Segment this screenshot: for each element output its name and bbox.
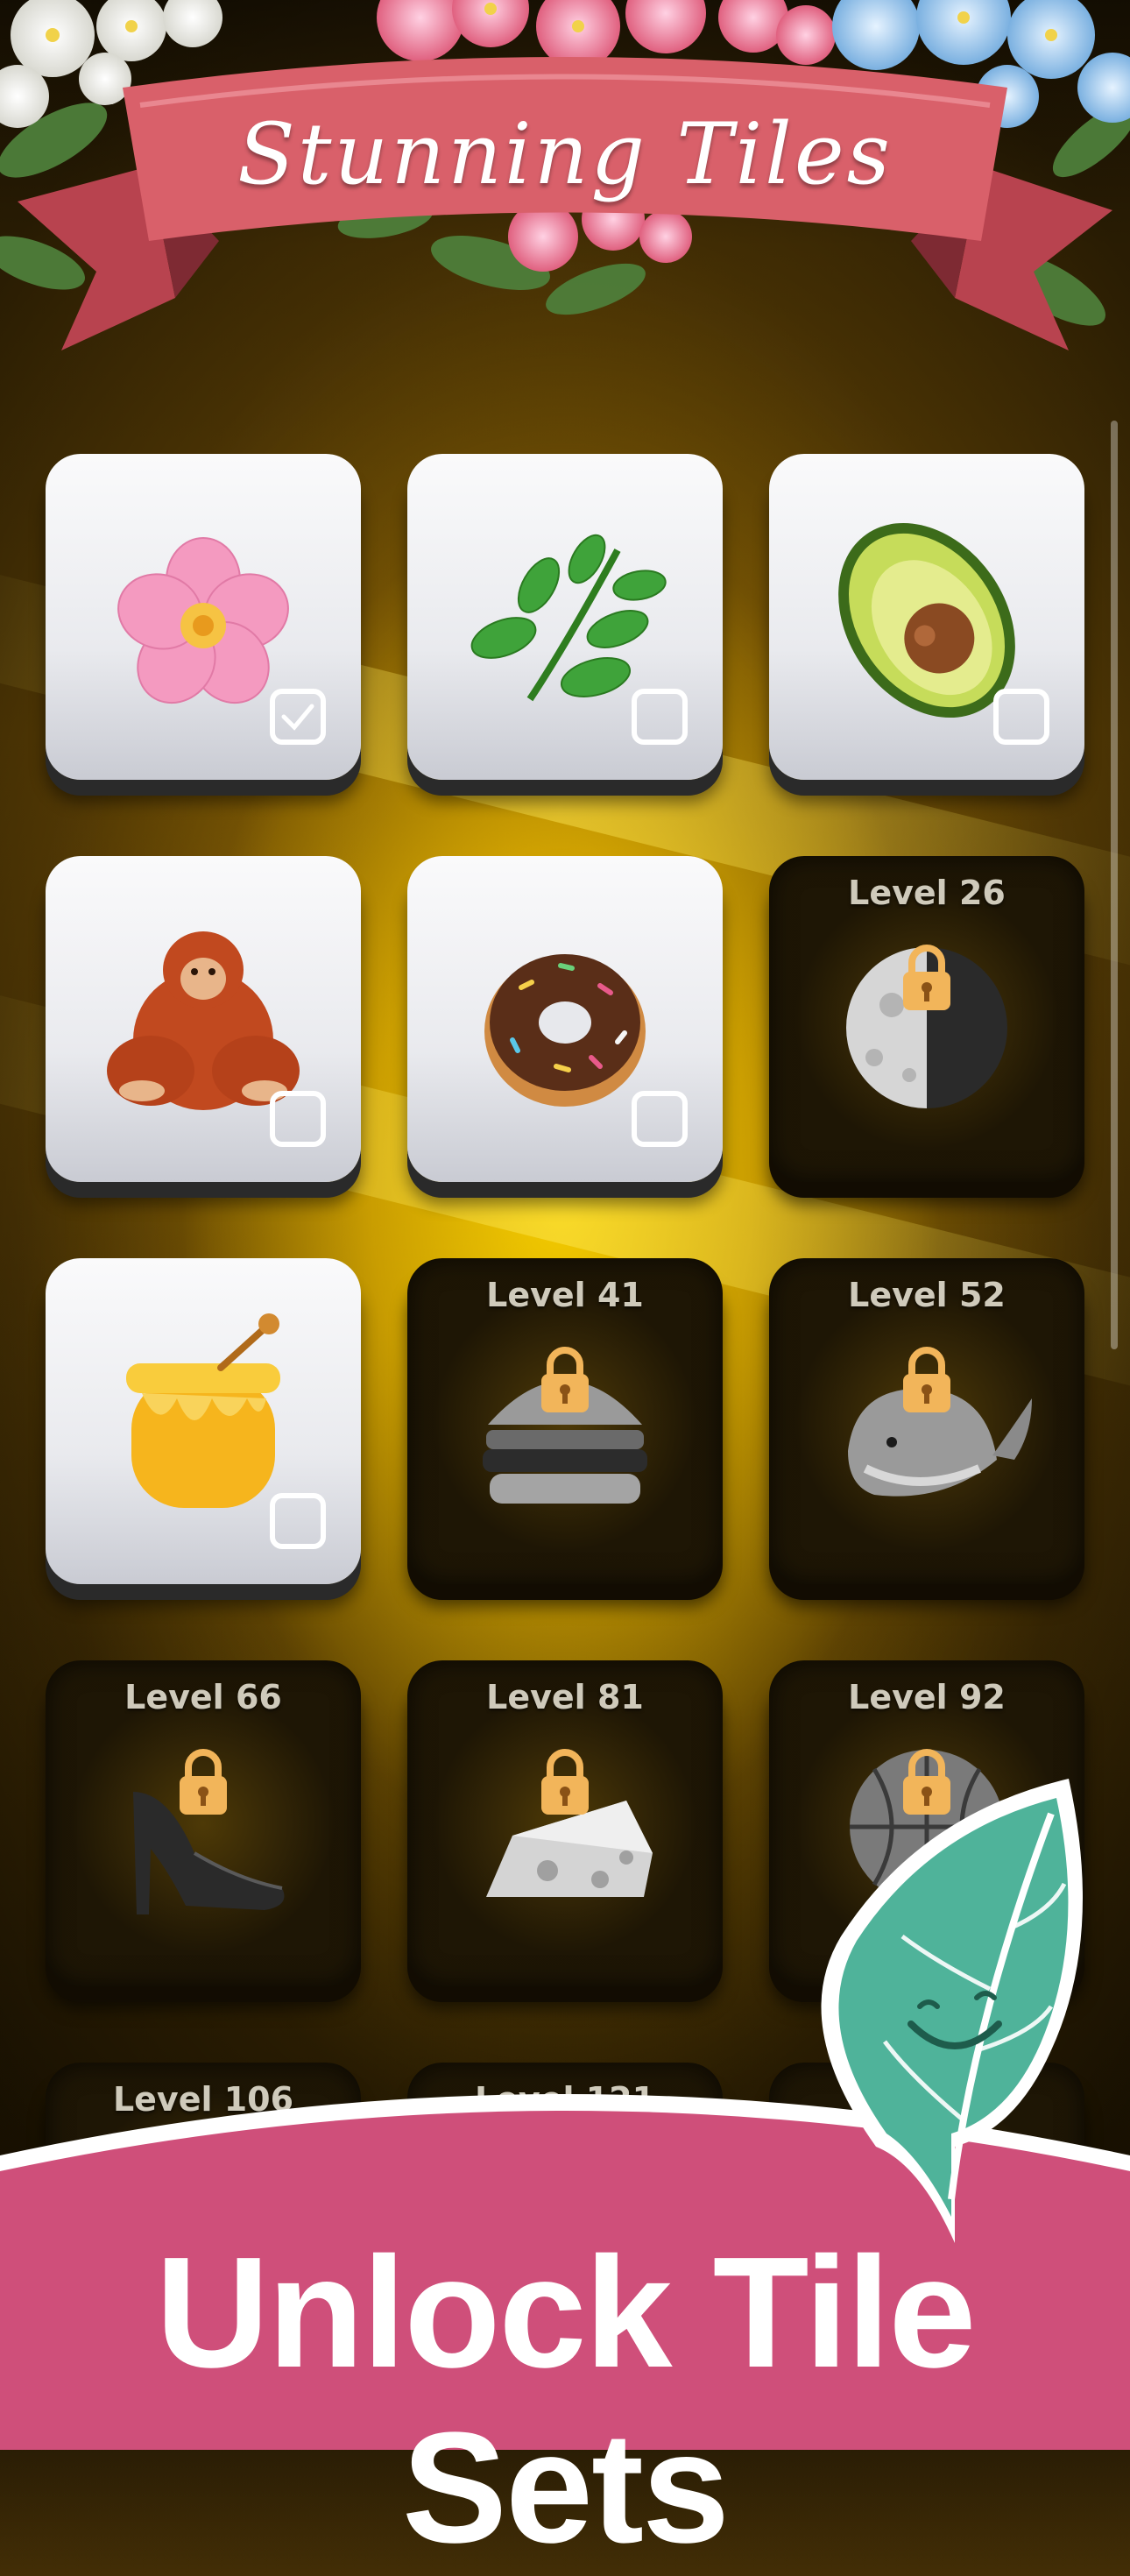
unlock-level-label: Level 52 bbox=[848, 1276, 1006, 1314]
lock-icon bbox=[180, 1749, 227, 1815]
unlock-level-label: Level 92 bbox=[848, 1678, 1006, 1716]
scrollbar[interactable] bbox=[1111, 421, 1118, 1349]
tile-set-high-heel-locked[interactable]: Level 66 bbox=[46, 1660, 361, 1986]
unlock-level-label: Level 26 bbox=[848, 874, 1006, 912]
checkmark-icon bbox=[281, 704, 314, 731]
leaf-mascot-icon bbox=[821, 1779, 1083, 2243]
lock-icon bbox=[903, 1347, 950, 1412]
tile-set-avocado[interactable] bbox=[769, 454, 1084, 780]
unchecked-checkbox[interactable] bbox=[270, 1091, 326, 1147]
unlock-level-label: Level 81 bbox=[486, 1678, 644, 1716]
tile-set-orangutan[interactable] bbox=[46, 856, 361, 1182]
tile-set-cherry-blossom[interactable] bbox=[46, 454, 361, 780]
unchecked-checkbox[interactable] bbox=[632, 689, 688, 745]
tile-set-whale-locked[interactable]: Level 52 bbox=[769, 1258, 1084, 1584]
unchecked-checkbox[interactable] bbox=[270, 1493, 326, 1549]
tile-set-moon-locked[interactable]: Level 26 bbox=[769, 856, 1084, 1182]
selected-checkbox[interactable] bbox=[270, 689, 326, 745]
title-banner: Stunning Tiles bbox=[0, 35, 1130, 368]
unchecked-checkbox[interactable] bbox=[993, 689, 1049, 745]
unlock-level-label: Level 41 bbox=[486, 1276, 644, 1314]
lock-icon bbox=[903, 945, 950, 1010]
tile-set-herb[interactable] bbox=[407, 454, 723, 780]
promo-title: Unlock Tile Sets bbox=[155, 2225, 977, 2576]
tile-set-honey-pot[interactable] bbox=[46, 1258, 361, 1584]
page-title: Stunning Tiles bbox=[237, 105, 893, 203]
unlock-level-label: Level 66 bbox=[124, 1678, 282, 1716]
lock-icon bbox=[541, 1749, 589, 1815]
tile-set-doughnut[interactable] bbox=[407, 856, 723, 1182]
tile-set-cheese-locked[interactable]: Level 81 bbox=[407, 1660, 723, 1986]
lock-icon bbox=[541, 1347, 589, 1412]
unchecked-checkbox[interactable] bbox=[632, 1091, 688, 1147]
tile-set-hamburger-locked[interactable]: Level 41 bbox=[407, 1258, 723, 1584]
